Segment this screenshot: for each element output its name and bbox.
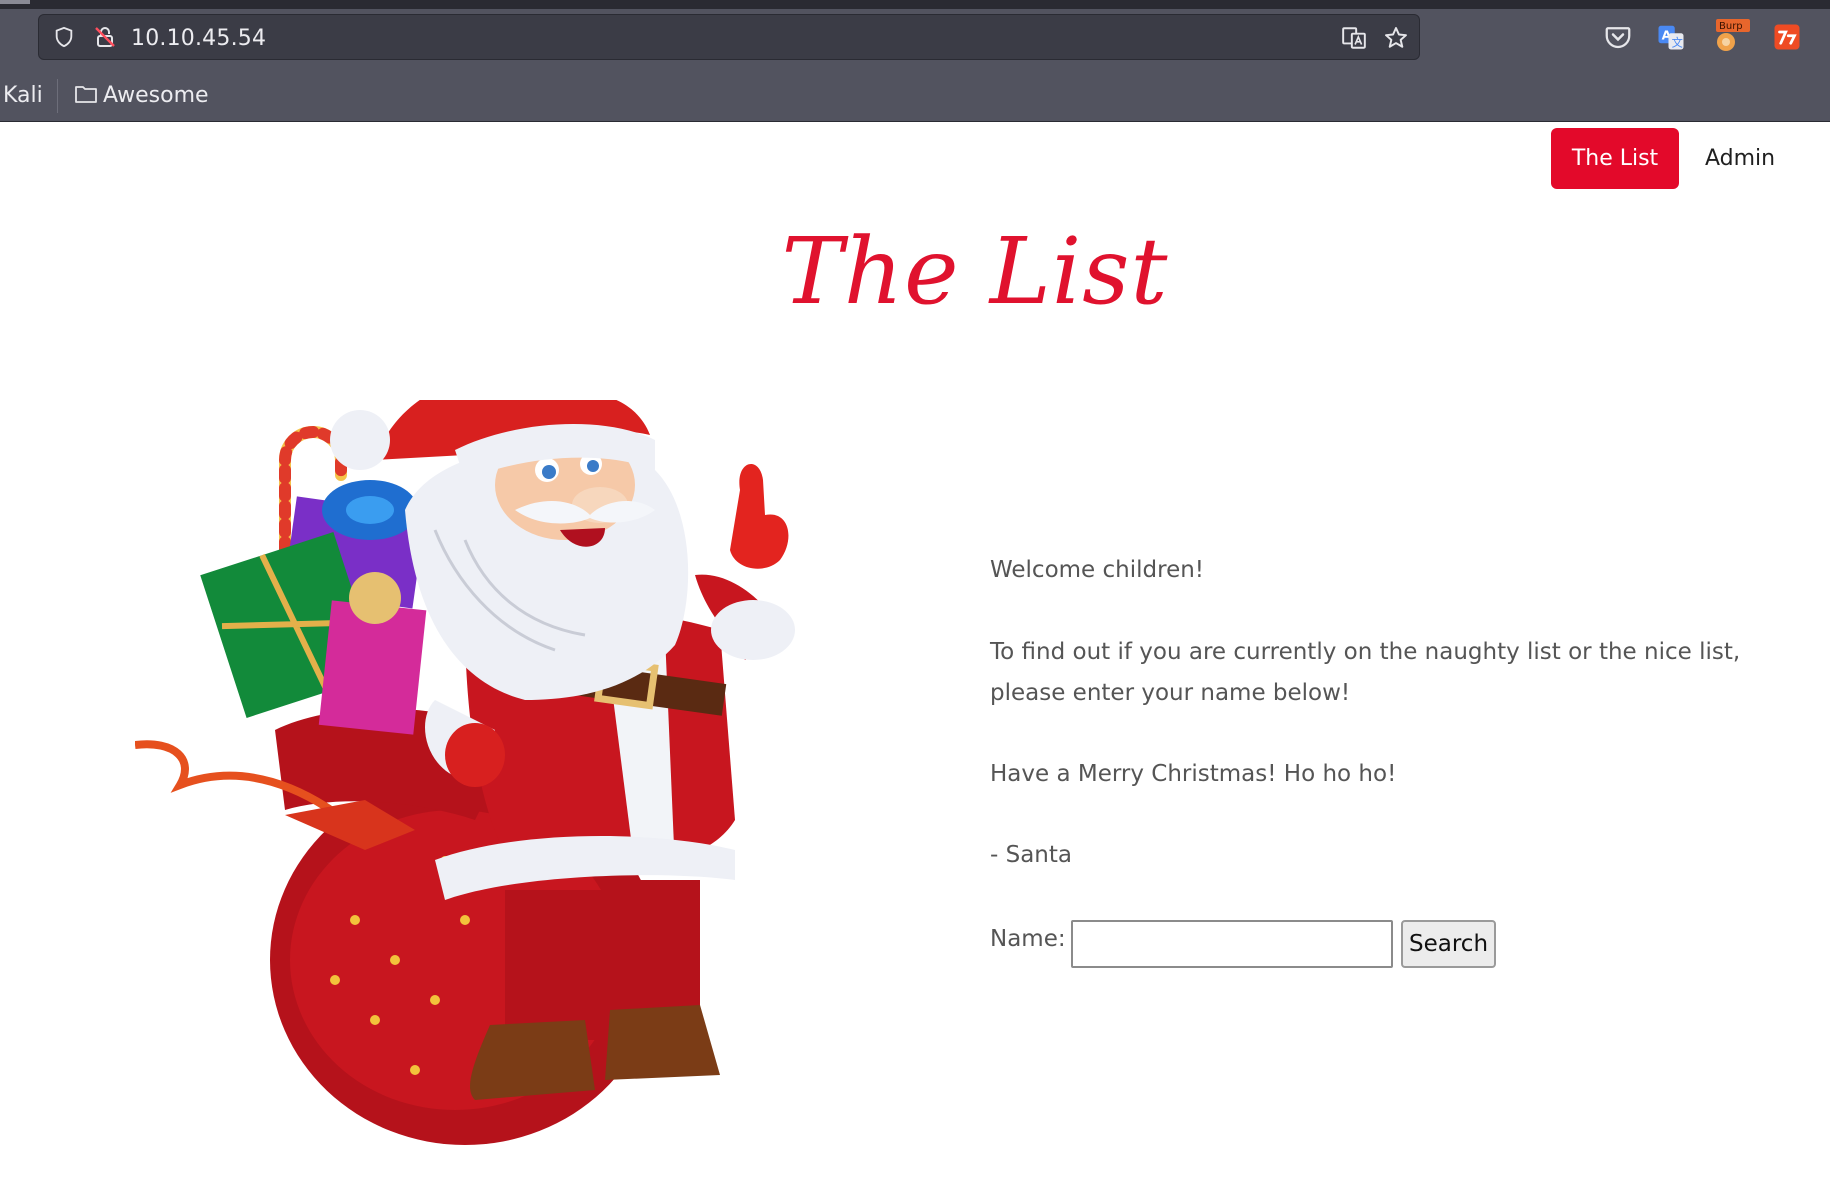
search-button[interactable]: Search — [1401, 920, 1496, 968]
bookmark-folder-awesome[interactable]: Awesome — [103, 83, 209, 108]
page-title: The List — [781, 218, 1169, 325]
browser-toolbar: 10.10.45.54 A 文 Burp — [0, 9, 1830, 71]
bookmarks-toolbar: Kali Awesome — [0, 71, 1830, 122]
pocket-icon[interactable] — [1603, 22, 1633, 52]
foxyproxy-icon[interactable] — [1772, 22, 1802, 52]
insecure-lock-icon[interactable] — [93, 25, 117, 49]
nav-the-list[interactable]: The List — [1551, 128, 1679, 189]
svg-text:文: 文 — [1672, 35, 1683, 49]
name-label: Name: — [990, 926, 1066, 952]
name-input[interactable] — [1071, 920, 1393, 968]
browser-tab[interactable] — [0, 0, 30, 4]
greeting-text: Have a Merry Christmas! Ho ho ho! — [990, 761, 1397, 787]
burp-badge-text: Burp — [1719, 21, 1743, 32]
instructions-text: To find out if you are currently on the … — [990, 639, 1741, 706]
bookmark-star-icon[interactable] — [1383, 25, 1409, 51]
tracking-shield-icon[interactable] — [53, 26, 75, 48]
welcome-text: Welcome children! — [990, 557, 1205, 583]
translate-extension-icon[interactable]: A 文 — [1656, 22, 1686, 52]
bookmark-separator — [57, 79, 58, 113]
bookmark-kali[interactable]: Kali — [3, 83, 43, 108]
browser-tab-strip — [0, 0, 1830, 9]
nav-admin[interactable]: Admin — [1689, 128, 1791, 189]
translate-page-icon[interactable] — [1341, 25, 1367, 51]
address-bar[interactable]: 10.10.45.54 — [38, 14, 1420, 60]
santa-illustration — [135, 400, 795, 1145]
burp-extension-icon[interactable]: Burp — [1712, 15, 1752, 55]
signature-text: - Santa — [990, 842, 1072, 868]
folder-icon — [75, 86, 97, 103]
url-text[interactable]: 10.10.45.54 — [131, 26, 266, 51]
